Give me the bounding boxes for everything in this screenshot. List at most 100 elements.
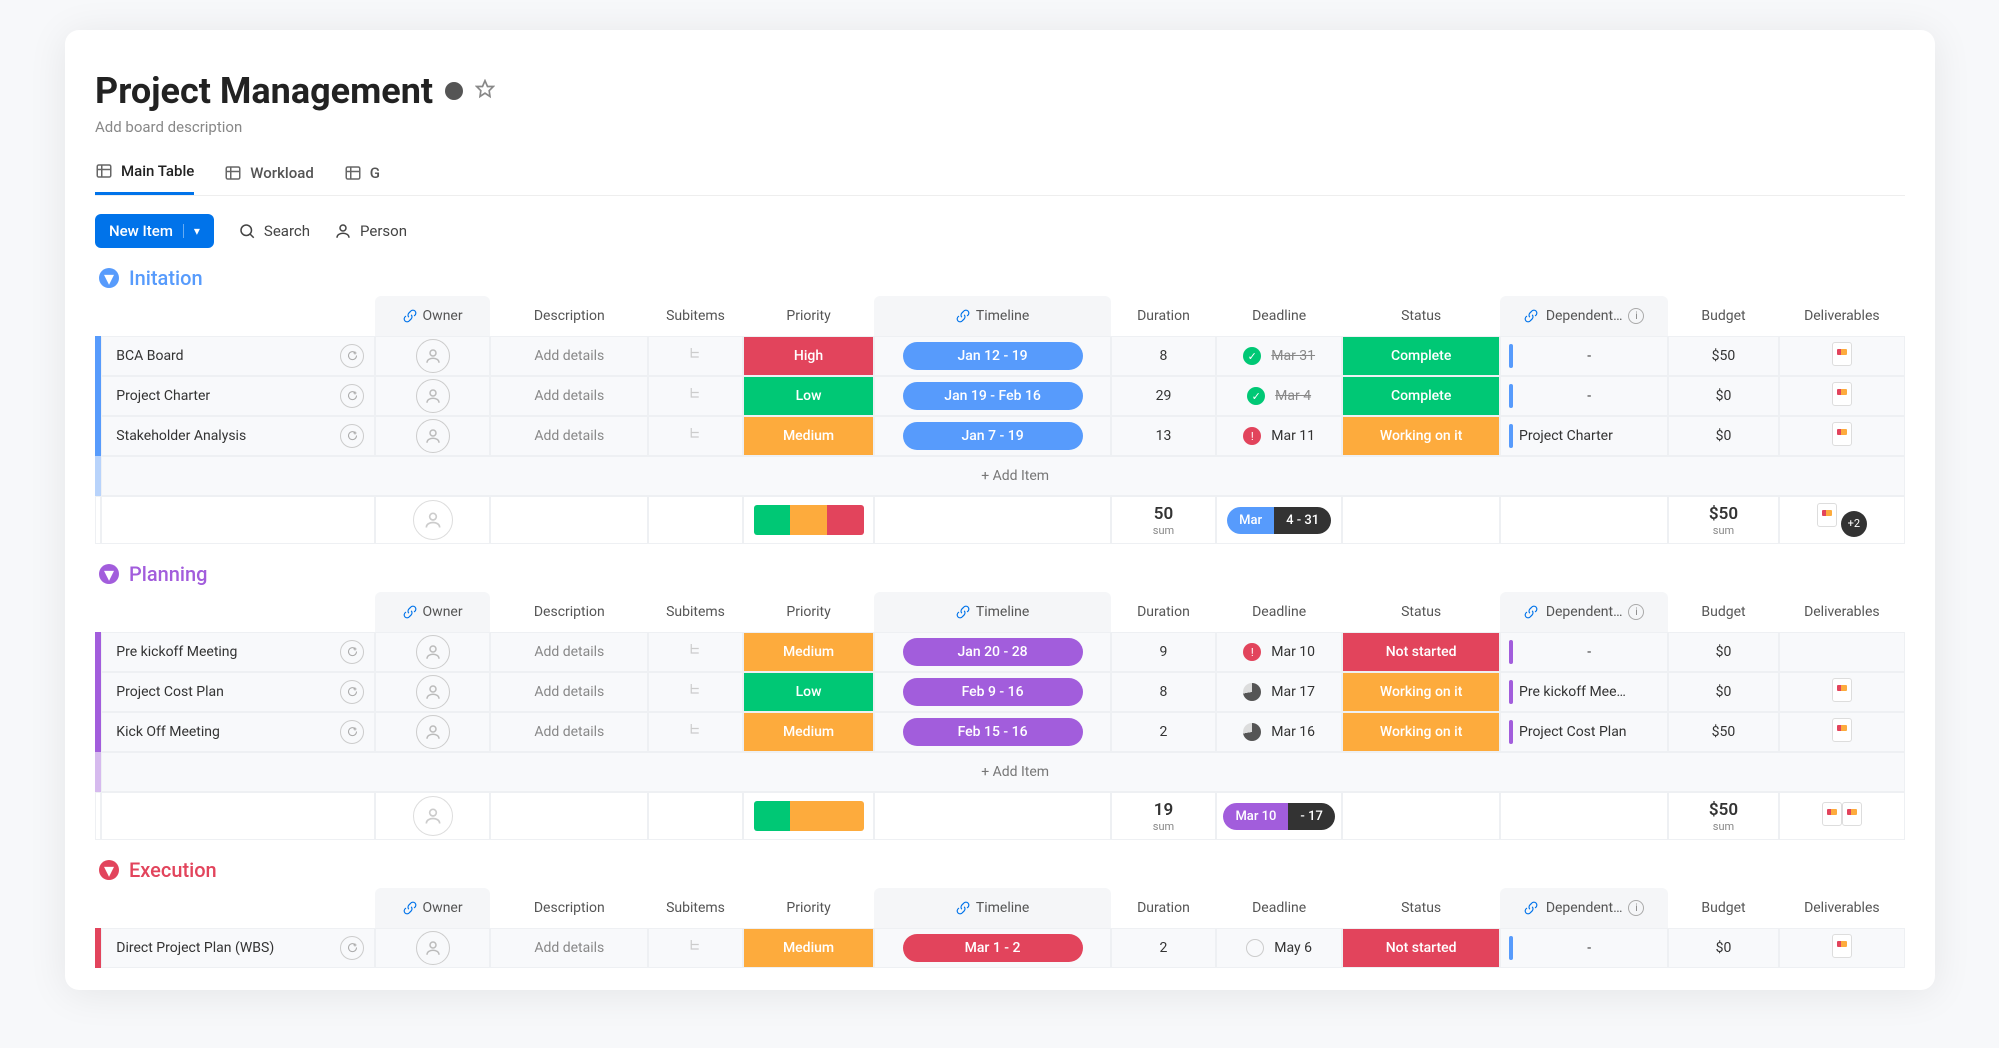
dependent-cell[interactable]: - <box>1501 384 1667 408</box>
group-title[interactable]: Initation <box>129 266 203 290</box>
new-item-button[interactable]: New Item ▾ <box>95 214 214 248</box>
owner-avatar[interactable] <box>416 675 450 709</box>
budget-cell[interactable]: $0 <box>1668 672 1778 712</box>
deadline-cell[interactable]: Mar 16 <box>1217 723 1341 741</box>
priority-cell[interactable]: Medium <box>744 417 873 455</box>
deliverables-cell[interactable] <box>1779 712 1905 752</box>
status-cell[interactable]: Complete <box>1343 377 1499 415</box>
status-cell[interactable]: Working on it <box>1343 417 1499 455</box>
budget-cell[interactable]: $0 <box>1668 416 1778 456</box>
add-item-row[interactable]: + Add Item <box>95 752 1905 792</box>
add-update-icon[interactable] <box>340 640 364 664</box>
description-placeholder[interactable]: Add details <box>534 644 604 660</box>
deliverables-cell[interactable] <box>1779 336 1905 376</box>
timeline-pill[interactable]: Jan 7 - 19 <box>903 422 1083 450</box>
status-cell[interactable]: Working on it <box>1343 673 1499 711</box>
dependent-cell[interactable]: Pre kickoff Mee… <box>1501 680 1667 704</box>
dependent-cell[interactable]: - <box>1501 640 1667 664</box>
priority-cell[interactable]: Medium <box>744 713 873 751</box>
table-row[interactable]: Kick Off Meeting Add details Medium Feb … <box>95 712 1905 752</box>
subitems-icon[interactable] <box>686 727 704 743</box>
collapse-toggle-icon[interactable]: ▾ <box>99 564 119 584</box>
deliverables-cell[interactable] <box>1779 632 1905 672</box>
deliverables-cell[interactable] <box>1779 672 1905 712</box>
group-title[interactable]: Planning <box>129 562 207 586</box>
table-row[interactable]: BCA Board Add details High Jan 12 - 19 8… <box>95 336 1905 376</box>
priority-cell[interactable]: Medium <box>744 929 873 967</box>
subitems-icon[interactable] <box>686 431 704 447</box>
add-update-icon[interactable] <box>340 720 364 744</box>
description-placeholder[interactable]: Add details <box>534 388 604 404</box>
description-placeholder[interactable]: Add details <box>534 428 604 444</box>
table-row[interactable]: Stakeholder Analysis Add details Medium … <box>95 416 1905 456</box>
description-placeholder[interactable]: Add details <box>534 940 604 956</box>
dependent-cell[interactable]: - <box>1501 344 1667 368</box>
timeline-pill[interactable]: Jan 20 - 28 <box>903 638 1083 666</box>
tab-g[interactable]: G <box>344 152 380 195</box>
info-icon[interactable] <box>445 82 463 100</box>
subitems-icon[interactable] <box>686 687 704 703</box>
owner-avatar[interactable] <box>416 635 450 669</box>
deadline-cell[interactable]: !Mar 11 <box>1217 427 1341 445</box>
owner-avatar[interactable] <box>416 339 450 373</box>
priority-cell[interactable]: Low <box>744 673 873 711</box>
tab-main-table[interactable]: Main Table <box>95 152 194 195</box>
subitems-icon[interactable] <box>686 647 704 663</box>
deadline-cell[interactable]: Mar 17 <box>1217 683 1341 701</box>
status-cell[interactable]: Complete <box>1343 337 1499 375</box>
collapse-toggle-icon[interactable]: ▾ <box>99 860 119 880</box>
status-cell[interactable]: Not started <box>1343 929 1499 967</box>
description-placeholder[interactable]: Add details <box>534 348 604 364</box>
description-placeholder[interactable]: Add details <box>534 724 604 740</box>
search-button[interactable]: Search <box>238 222 310 240</box>
table-row[interactable]: Pre kickoff Meeting Add details Medium J… <box>95 632 1905 672</box>
subitems-icon[interactable] <box>686 943 704 959</box>
priority-cell[interactable]: Medium <box>744 633 873 671</box>
info-icon[interactable]: i <box>1628 308 1644 324</box>
dependent-cell[interactable]: Project Cost Plan <box>1501 720 1667 744</box>
person-filter-button[interactable]: Person <box>334 222 407 240</box>
add-update-icon[interactable] <box>340 424 364 448</box>
add-update-icon[interactable] <box>340 680 364 704</box>
tab-workload[interactable]: Workload <box>224 152 314 195</box>
favorite-star-icon[interactable] <box>475 79 495 103</box>
chevron-down-icon[interactable]: ▾ <box>183 224 200 238</box>
budget-cell[interactable]: $0 <box>1668 928 1778 968</box>
deadline-cell[interactable]: May 6 <box>1217 939 1341 957</box>
file-icon[interactable] <box>1832 678 1852 702</box>
deliverables-cell[interactable] <box>1779 376 1905 416</box>
timeline-pill[interactable]: Jan 12 - 19 <box>903 342 1083 370</box>
file-icon[interactable] <box>1832 342 1852 366</box>
budget-cell[interactable]: $0 <box>1668 632 1778 672</box>
timeline-pill[interactable]: Jan 19 - Feb 16 <box>903 382 1083 410</box>
timeline-pill[interactable]: Feb 15 - 16 <box>903 718 1083 746</box>
subitems-icon[interactable] <box>686 391 704 407</box>
table-row[interactable]: Project Charter Add details Low Jan 19 -… <box>95 376 1905 416</box>
owner-avatar[interactable] <box>416 379 450 413</box>
file-icon[interactable] <box>1832 718 1852 742</box>
priority-cell[interactable]: High <box>744 337 873 375</box>
budget-cell[interactable]: $0 <box>1668 376 1778 416</box>
owner-avatar[interactable] <box>416 931 450 965</box>
collapse-toggle-icon[interactable]: ▾ <box>99 268 119 288</box>
info-icon[interactable]: i <box>1628 604 1644 620</box>
status-cell[interactable]: Not started <box>1343 633 1499 671</box>
table-row[interactable]: Project Cost Plan Add details Low Feb 9 … <box>95 672 1905 712</box>
add-update-icon[interactable] <box>340 344 364 368</box>
priority-cell[interactable]: Low <box>744 377 873 415</box>
owner-avatar[interactable] <box>416 715 450 749</box>
add-update-icon[interactable] <box>340 936 364 960</box>
timeline-pill[interactable]: Feb 9 - 16 <box>903 678 1083 706</box>
deliverables-cell[interactable] <box>1779 928 1905 968</box>
description-placeholder[interactable]: Add details <box>534 684 604 700</box>
deadline-cell[interactable]: ✓Mar 4 <box>1217 387 1341 405</box>
file-icon[interactable] <box>1832 382 1852 406</box>
owner-avatar[interactable] <box>416 419 450 453</box>
budget-cell[interactable]: $50 <box>1668 712 1778 752</box>
file-icon[interactable] <box>1832 422 1852 446</box>
board-description[interactable]: Add board description <box>95 118 1905 136</box>
table-row[interactable]: Direct Project Plan (WBS) Add details Me… <box>95 928 1905 968</box>
group-title[interactable]: Execution <box>129 858 217 882</box>
deadline-cell[interactable]: !Mar 10 <box>1217 643 1341 661</box>
subitems-icon[interactable] <box>686 351 704 367</box>
